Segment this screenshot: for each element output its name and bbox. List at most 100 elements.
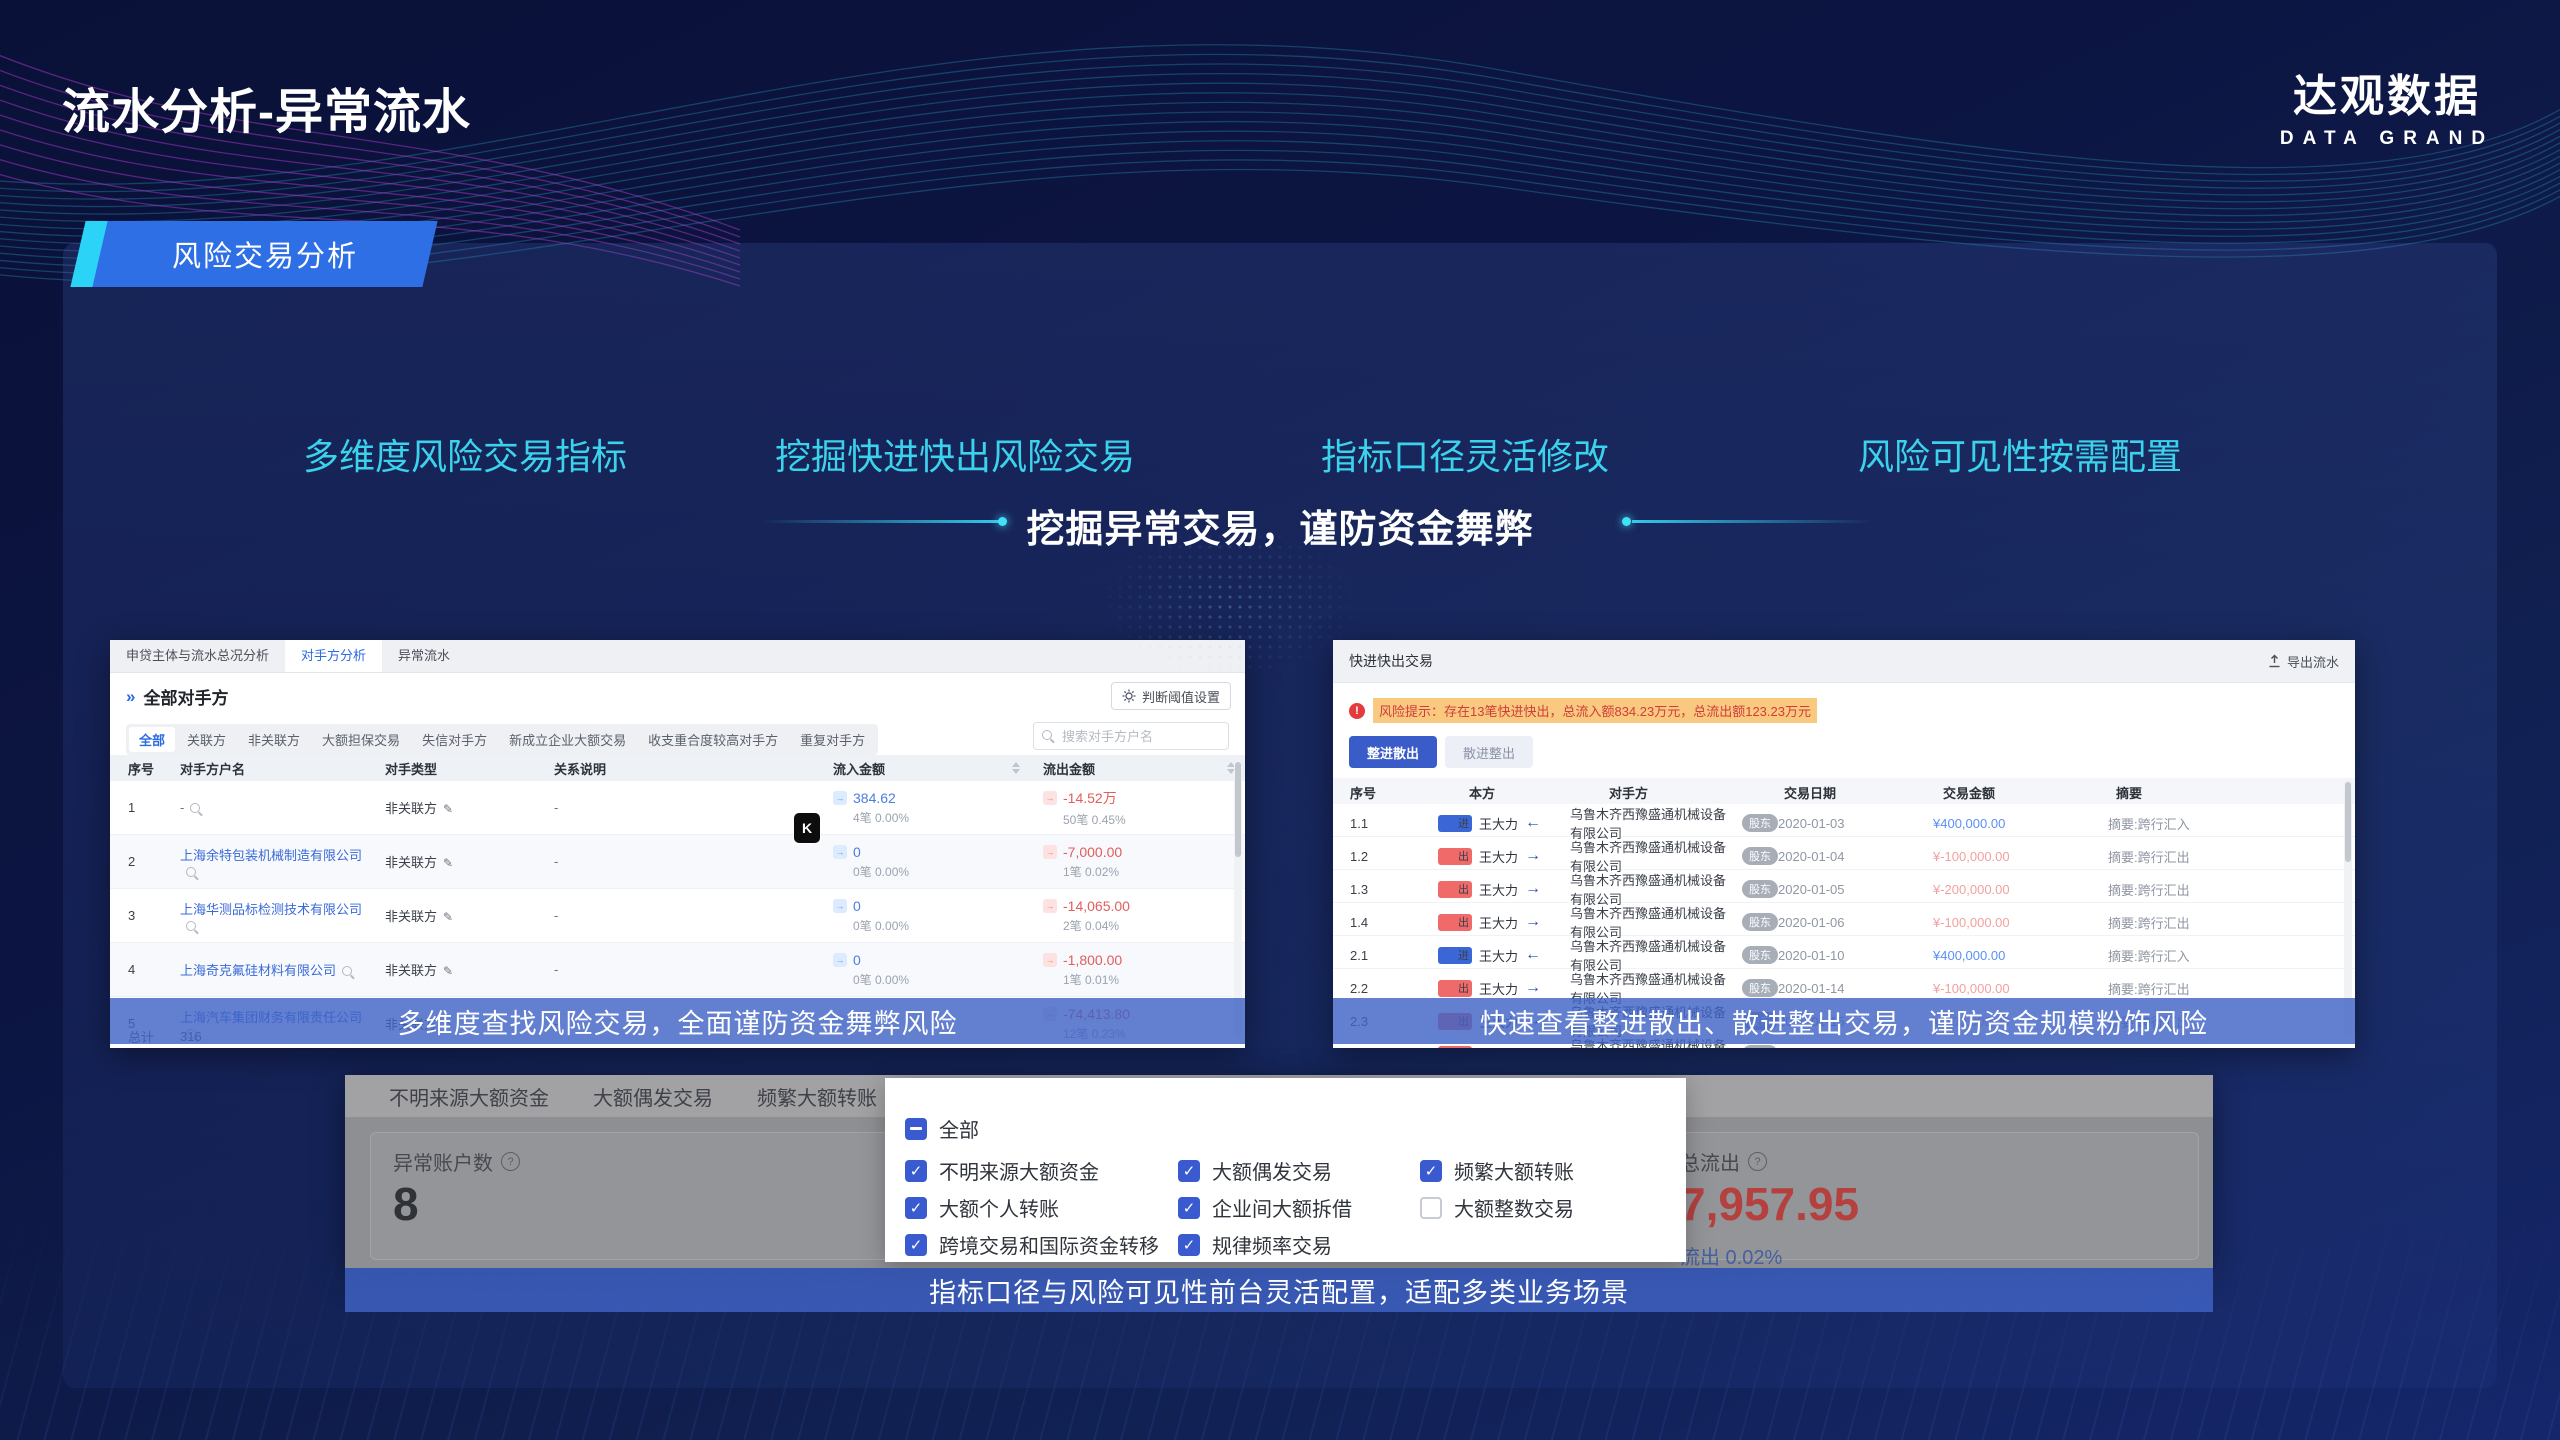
edit-icon[interactable]: ✎ [443,856,453,870]
filter-pill[interactable]: 关联方 [177,727,236,752]
cell-no: 2.2 [1333,981,1438,996]
shareholder-badge: 股东 [1742,814,1778,832]
scrollbar-thumb[interactable] [1235,762,1241,857]
scrollbar-thumb[interactable] [2345,782,2351,862]
checkbox-icon[interactable] [1178,1160,1200,1182]
checkbox-icon[interactable] [905,1197,927,1219]
self-name: 王大力 [1479,814,1518,833]
filter-pill[interactable]: 非关联方 [238,727,310,752]
indicator-checkbox[interactable]: 大额整数交易 [1420,1193,1672,1222]
checkbox-icon[interactable] [905,1234,927,1256]
flow-arrow-icon: → [1525,847,1541,865]
edit-icon[interactable]: ✎ [443,802,453,816]
table-row[interactable]: 2.1 进王大力← 乌鲁木齐西豫盛通机械设备有限公司股东 2020-01-10 … [1333,936,2355,969]
outflow-icon: → [1043,791,1057,805]
table-row[interactable]: 2 上海余特包装机械制造有限公司 非关联方✎ - →00笔 0.00% →-7,… [110,835,1245,889]
indicator-checkbox[interactable]: 不明来源大额资金 [905,1156,1178,1185]
edit-icon[interactable]: ✎ [443,910,453,924]
filter-pill[interactable]: 失信对手方 [412,727,497,752]
cell-summary: 摘要:跨行汇出 [2108,880,2355,899]
counterparty-name[interactable]: 上海余特包装机械制造有限公司 [180,848,362,863]
feature-item: 多维度风险交易指标 [303,428,627,480]
table-row[interactable]: 4 上海奇克氟硅材料有限公司 非关联方✎ - →00笔 0.00% →-1,80… [110,943,1245,997]
self-name: 王大力 [1479,946,1518,965]
question-icon[interactable]: ? [1748,1152,1767,1171]
cell-amount: ¥400,000.00 [1933,948,2108,963]
checkbox-icon[interactable] [1178,1234,1200,1256]
question-icon[interactable]: ? [501,1152,520,1171]
shareholder-badge: 股东 [1742,946,1778,964]
search-icon [1042,730,1052,740]
checkbox-icon[interactable] [1178,1197,1200,1219]
indicator-checkbox-label: 大额个人转账 [939,1193,1059,1222]
indicator-options: 不明来源大额资金 大额偶发交易 频繁大额转账 大额个人转账 [905,1152,1672,1263]
dimmed-tab[interactable]: 频繁大额转账 [757,1082,877,1111]
scrollbar[interactable] [1234,760,1242,1038]
indicator-checkbox[interactable]: 大额个人转账 [905,1193,1178,1222]
counterparty-name[interactable]: 上海华测品标检测技术有限公司 [180,902,362,917]
mode-toggle-button[interactable]: 整进散出 [1349,736,1437,768]
table-row[interactable]: 3 上海华测品标检测技术有限公司 非关联方✎ - →00笔 0.00% →-14… [110,889,1245,943]
indicator-checkbox-label: 大额整数交易 [1454,1193,1574,1222]
indicator-checkbox[interactable]: 大额偶发交易 [1178,1156,1420,1185]
search-input[interactable] [1033,722,1229,750]
search-icon[interactable] [190,803,200,813]
search-icon[interactable] [186,867,196,877]
sort-icon[interactable] [1217,762,1235,774]
indicator-checkbox[interactable]: 规律频率交易 [1178,1230,1420,1259]
checkbox-icon[interactable] [1420,1197,1442,1219]
direction-badge: 出 [1438,914,1472,931]
filter-pill[interactable]: 新成立企业大额交易 [499,727,636,752]
filter-pill[interactable]: 全部 [129,727,175,752]
inflow-amount: 0 [853,952,861,968]
checkbox-icon[interactable] [905,1160,927,1182]
left-app-tab[interactable]: 异常流水 [382,640,466,672]
indicator-checkbox[interactable]: 企业间大额拆借 [1178,1193,1420,1222]
fast-in-out-window: 快进快出交易 导出流水 ! 风险提示：存在13笔快进快出，总流入额834.23万… [1333,640,2355,1048]
table-row[interactable]: 1.4 出王大力→ 乌鲁木齐西豫盛通机械设备有限公司股东 2020-01-06 … [1333,903,2355,936]
indeterminate-checkbox-icon[interactable] [905,1118,927,1140]
left-app-tab[interactable]: 对手方分析 [285,640,382,672]
cell-amount: ¥-200,000.00 [1933,882,2108,897]
dimmed-tab[interactable]: 大额偶发交易 [593,1082,713,1111]
filter-pill[interactable]: 大额担保交易 [312,727,410,752]
page-title: 流水分析-异常流水 [62,72,471,142]
search-icon[interactable] [186,921,196,931]
cell-no: 1.1 [1333,816,1438,831]
filter-pill[interactable]: 收支重合度较高对手方 [638,727,788,752]
cell-date: 2020-01-06 [1778,915,1933,930]
table-row[interactable]: 1 - 非关联方✎ - →384.624笔 0.00% →-14.52万50笔 … [110,781,1245,835]
col-no: 序号 [110,759,170,778]
cell-date: 2020-01-10 [1778,948,1933,963]
checkbox-all[interactable]: 全部 [905,1114,979,1143]
indicator-checkbox[interactable]: 频繁大额转账 [1420,1156,1672,1185]
caption-bottom: 指标口径与风险可见性前台灵活配置，适配多类业务场景 [345,1268,2213,1312]
counterparty-name[interactable]: - [180,800,184,815]
headline: 挖掘异常交易，谨防资金舞弊 [0,498,2560,553]
table-row[interactable]: 1.2 出王大力→ 乌鲁木齐西豫盛通机械设备有限公司股东 2020-01-04 … [1333,837,2355,870]
total-outflow-sub: 流出 0.02% [1680,1241,1782,1268]
left-table-header: 序号 对手方户名 对手类型 关系说明 流入金额 流出金额 [110,755,1245,781]
outflow-amount: -1,800.00 [1063,952,1122,968]
mode-toggle-button[interactable]: 散进整出 [1445,736,1533,768]
left-app-tab[interactable]: 申贷主体与流水总况分析 [110,640,285,672]
indicator-checkbox[interactable]: 跨境交易和国际资金转移 [905,1230,1178,1259]
table-row[interactable]: 1.3 出王大力→ 乌鲁木齐西豫盛通机械设备有限公司股东 2020-01-05 … [1333,870,2355,903]
checkbox-icon[interactable] [1420,1160,1442,1182]
dimmed-tab[interactable]: 不明来源大额资金 [389,1082,549,1111]
export-button[interactable]: 导出流水 [2268,652,2339,671]
cell-relation: - [540,962,810,977]
search-icon[interactable] [342,966,352,976]
col-summary: 摘要 [2116,783,2142,802]
cell-no: 3 [110,908,170,923]
table-row[interactable]: 1.1 进王大力← 乌鲁木齐西豫盛通机械设备有限公司股东 2020-01-03 … [1333,804,2355,837]
cell-type: 非关联方 [385,909,437,924]
sort-icon[interactable] [1002,762,1020,774]
export-label: 导出流水 [2287,652,2339,671]
chevron-right-icon[interactable]: » [126,687,135,707]
filter-pill[interactable]: 重复对手方 [790,727,875,752]
edit-icon[interactable]: ✎ [443,964,453,978]
counterparty-name[interactable]: 上海奇克氟硅材料有限公司 [180,963,336,978]
indicator-checkbox-popup: 全部 不明来源大额资金 大额偶发交易 频繁大额转账 [885,1078,1686,1262]
col-self: 本方 [1469,783,1495,802]
